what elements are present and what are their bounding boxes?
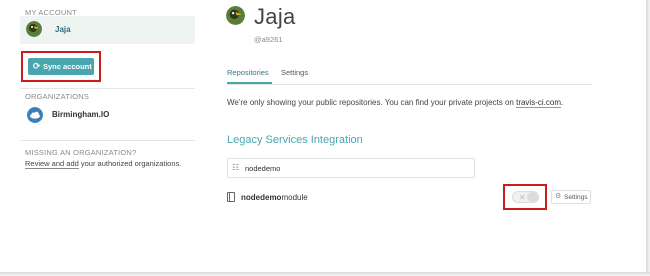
review-link-underlined[interactable]: Review and add — [25, 159, 79, 169]
legacy-services-heading: Legacy Services Integration — [227, 134, 363, 146]
sync-account-label: Sync account — [43, 62, 92, 71]
filter-value: nodedemo — [245, 164, 281, 173]
public-repos-notice: We're only showing your public repositor… — [227, 98, 564, 108]
account-avatar — [26, 21, 42, 37]
account-name: Jaja — [55, 25, 71, 34]
tab-settings[interactable]: Settings — [281, 68, 308, 77]
repo-settings-button[interactable]: ⚙ Settings — [551, 190, 591, 204]
notice-text: We're only showing your public repositor… — [227, 98, 517, 107]
close-icon: ✕ — [519, 193, 526, 202]
tab-repositories[interactable]: Repositories — [227, 68, 269, 77]
notice-suffix: . — [560, 98, 564, 107]
frame-shadow-bottom — [0, 272, 650, 276]
repo-name[interactable]: nodedemomodule — [241, 193, 308, 202]
sync-icon: ⟳ — [33, 61, 41, 71]
profile-name: Jaja — [254, 4, 296, 29]
sidebar: MY ACCOUNT Jaja ⟳ Sync account ORGANIZAT… — [0, 0, 200, 270]
profile-avatar — [226, 6, 245, 25]
org-item-birmingham[interactable]: Birmingham.IO — [27, 106, 187, 124]
repo-icon — [227, 192, 235, 202]
org-name: Birmingham.IO — [52, 110, 110, 119]
review-orgs-link[interactable]: Review and add your authorized organizat… — [25, 159, 182, 169]
cloud-icon — [27, 107, 43, 123]
sidebar-divider — [20, 88, 195, 89]
repo-filter-input[interactable]: ☷ nodedemo — [227, 158, 475, 178]
repo-enable-toggle[interactable]: ✕ — [512, 191, 539, 203]
sync-account-button[interactable]: ⟳ Sync account — [28, 58, 94, 75]
tabs-divider — [227, 84, 592, 85]
travis-ci-com-link[interactable]: travis-ci.com — [516, 98, 561, 108]
filter-icon: ☷ — [232, 163, 240, 172]
repo-name-match: nodedemo — [241, 193, 282, 202]
sidebar-divider — [20, 140, 195, 141]
review-link-rest: your authorized organizations. — [78, 159, 182, 168]
frame-shadow-right — [646, 0, 650, 276]
account-row[interactable]: Jaja — [20, 16, 195, 44]
profile-handle: @a9261 — [254, 35, 283, 44]
gear-icon: ⚙ — [555, 193, 562, 200]
repo-settings-label: Settings — [564, 194, 588, 201]
missing-org-heading: MISSING AN ORGANIZATION? — [25, 148, 137, 157]
repo-name-rest: module — [281, 193, 308, 202]
toggle-knob — [527, 192, 538, 202]
organizations-heading: ORGANIZATIONS — [25, 92, 90, 101]
